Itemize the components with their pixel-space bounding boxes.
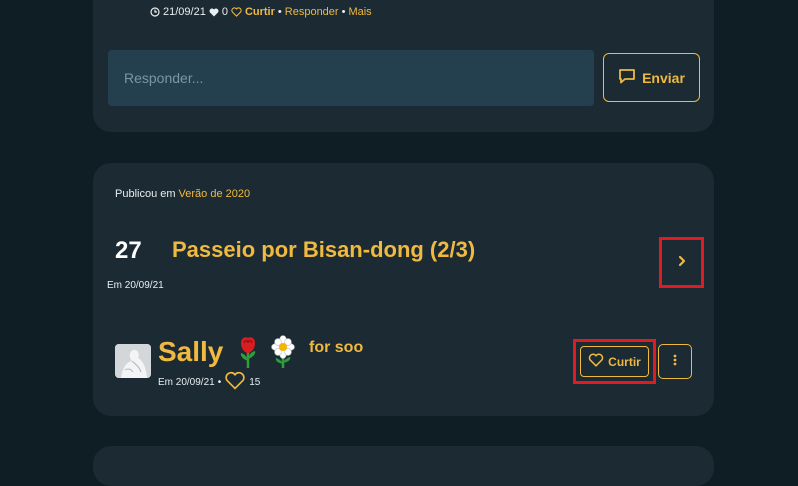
reply-input[interactable]: [108, 50, 594, 106]
vertical-dots-icon: [673, 354, 677, 369]
next-post-button[interactable]: [659, 237, 704, 288]
comment-meta: Em 20/09/21 • 15: [158, 371, 260, 393]
more-options-button[interactable]: [658, 344, 692, 379]
chat-bubble-icon: [618, 68, 636, 87]
post-title[interactable]: Passeio por Bisan-dong (2/3): [172, 237, 475, 263]
heart-outline-icon: [224, 371, 246, 393]
rose-icon: [233, 335, 263, 374]
separator-dot: •: [341, 6, 346, 18]
previous-post-card: 21/09/21 0 Curtir • Responder • Mais Env…: [93, 0, 714, 132]
separator-dot: •: [277, 6, 282, 18]
author-flowers: [233, 335, 299, 374]
like-button-inner: Curtir: [580, 346, 649, 377]
comment-meta-row: 21/09/21 0 Curtir • Responder • Mais: [150, 6, 372, 18]
send-button[interactable]: Enviar: [603, 53, 700, 102]
collection-link[interactable]: Verão de 2020: [179, 188, 251, 200]
comment-more-link[interactable]: Mais: [348, 6, 371, 18]
avatar[interactable]: [115, 344, 151, 378]
chevron-right-icon: [677, 255, 687, 270]
heart-outline-icon: [231, 7, 242, 17]
clock-icon: [150, 7, 160, 17]
like-button-label: Curtir: [608, 354, 641, 369]
post-date: Em 20/09/21: [107, 280, 164, 291]
author-name[interactable]: Sally: [158, 336, 223, 368]
comment-like-link[interactable]: Curtir: [245, 6, 275, 18]
heart-filled-icon: [209, 8, 219, 17]
comment-reply-link[interactable]: Responder: [285, 6, 339, 18]
published-in: Publicou em Verão de 2020: [115, 188, 250, 200]
heart-outline-icon: [588, 353, 604, 370]
post-number: 27: [115, 237, 142, 264]
send-button-label: Enviar: [642, 69, 685, 86]
published-prefix: Publicou em: [115, 188, 176, 200]
comment-date: 21/09/21: [163, 6, 206, 18]
comment-date: Em 20/09/21: [158, 376, 215, 388]
post-card: Publicou em Verão de 2020 27 Passeio por …: [93, 163, 714, 416]
daisy-icon: [267, 335, 299, 374]
author-suffix: for soo: [309, 339, 364, 356]
separator-dot: •: [217, 376, 222, 388]
comment-like-count: 0: [221, 6, 228, 18]
comment-like-count: 15: [249, 376, 261, 388]
like-button[interactable]: Curtir: [573, 339, 656, 384]
next-post-card: [93, 446, 714, 486]
